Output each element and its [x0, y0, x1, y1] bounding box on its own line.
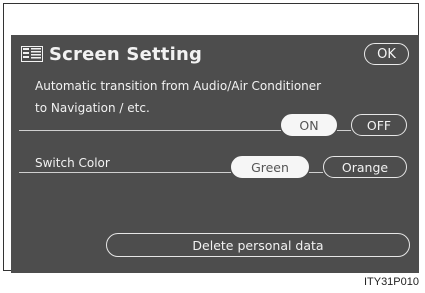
- delete-personal-data-button[interactable]: Delete personal data: [106, 233, 410, 257]
- on-button[interactable]: ON: [281, 114, 337, 136]
- divider: [19, 172, 231, 173]
- green-button[interactable]: Green: [231, 156, 309, 178]
- orange-button[interactable]: Orange: [323, 156, 407, 178]
- auto-transition-label-line1: Automatic transition from Audio/Air Cond…: [35, 79, 322, 93]
- auto-transition-label-line2: to Navigation / etc.: [35, 101, 150, 115]
- ok-button[interactable]: OK: [364, 43, 409, 65]
- divider: [337, 130, 351, 131]
- title-row: Screen Setting: [21, 42, 202, 66]
- screen-setting-icon: [21, 46, 43, 62]
- divider: [309, 172, 323, 173]
- off-button[interactable]: OFF: [351, 114, 407, 136]
- page-title: Screen Setting: [49, 43, 203, 65]
- settings-screen: Screen Setting OK Automatic transition f…: [11, 35, 419, 273]
- divider: [19, 130, 281, 131]
- figure-caption: ITY31P010: [363, 276, 419, 288]
- switch-color-label: Switch Color: [35, 156, 110, 170]
